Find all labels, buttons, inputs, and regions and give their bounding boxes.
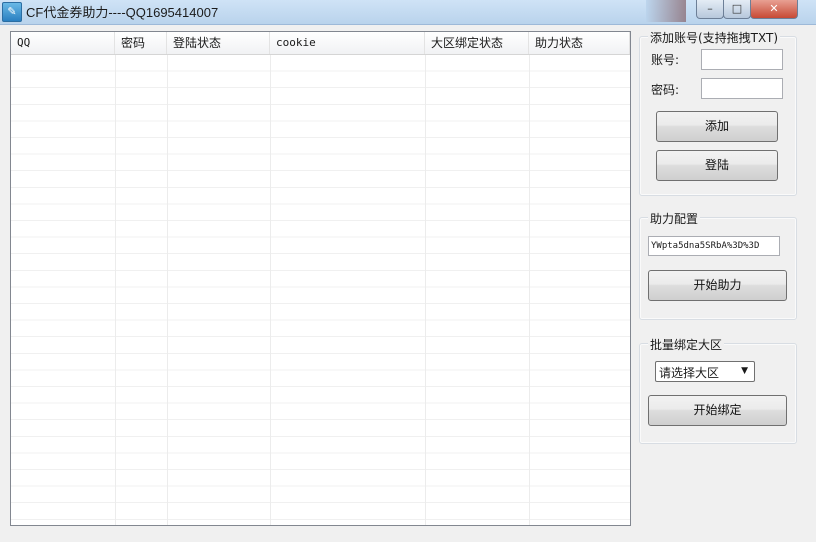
- window-controls: – □ ✕: [646, 0, 816, 24]
- start-help-button[interactable]: 开始助力: [648, 270, 787, 301]
- minimize-button[interactable]: –: [696, 0, 724, 19]
- column-divider: [115, 55, 116, 525]
- add-button[interactable]: 添加: [656, 111, 778, 142]
- account-input[interactable]: [701, 49, 783, 70]
- list-header: QQ 密码 登陆状态 cookie 大区绑定状态 助力状态: [11, 32, 630, 55]
- close-button[interactable]: ✕: [750, 0, 798, 19]
- column-header-qq[interactable]: QQ: [11, 32, 115, 54]
- maximize-button[interactable]: □: [723, 0, 751, 19]
- column-header-login-status[interactable]: 登陆状态: [167, 32, 270, 54]
- column-divider: [529, 55, 530, 525]
- titlebar-shadow: [646, 0, 686, 22]
- dropdown-arrow-icon[interactable]: ▼: [741, 366, 748, 376]
- column-header-cookie[interactable]: cookie: [270, 32, 425, 54]
- password-input[interactable]: [701, 78, 783, 99]
- login-button[interactable]: 登陆: [656, 150, 778, 181]
- password-label: 密码:: [651, 83, 680, 97]
- list-body[interactable]: [11, 55, 630, 525]
- start-bind-button[interactable]: 开始绑定: [648, 395, 787, 426]
- column-divider: [270, 55, 271, 525]
- batch-bind-group: 批量绑定大区: [639, 336, 797, 444]
- region-select-value: 请选择大区: [659, 366, 720, 380]
- title-bar: ✎ CF代金券助力----QQ1695414007 – □ ✕: [0, 0, 816, 25]
- column-header-bind-status[interactable]: 大区绑定状态: [425, 32, 529, 54]
- account-label: 账号:: [651, 53, 680, 67]
- app-icon: ✎: [2, 2, 22, 22]
- account-list[interactable]: QQ 密码 登陆状态 cookie 大区绑定状态 助力状态: [10, 31, 631, 526]
- column-divider: [167, 55, 168, 525]
- column-header-password[interactable]: 密码: [115, 32, 167, 54]
- window-title: CF代金券助力----QQ1695414007: [26, 5, 219, 20]
- region-select[interactable]: 请选择大区 ▼: [655, 361, 755, 382]
- cookie-input[interactable]: YWpta5dna5SRbA%3D%3D: [648, 236, 780, 256]
- column-header-help-status[interactable]: 助力状态: [529, 32, 630, 54]
- help-config-group: 助力配置: [639, 210, 797, 320]
- column-divider: [425, 55, 426, 525]
- help-config-group-title: 助力配置: [648, 210, 701, 227]
- add-account-group-title: 添加账号(支持拖拽TXT): [648, 29, 781, 46]
- batch-bind-group-title: 批量绑定大区: [648, 336, 725, 353]
